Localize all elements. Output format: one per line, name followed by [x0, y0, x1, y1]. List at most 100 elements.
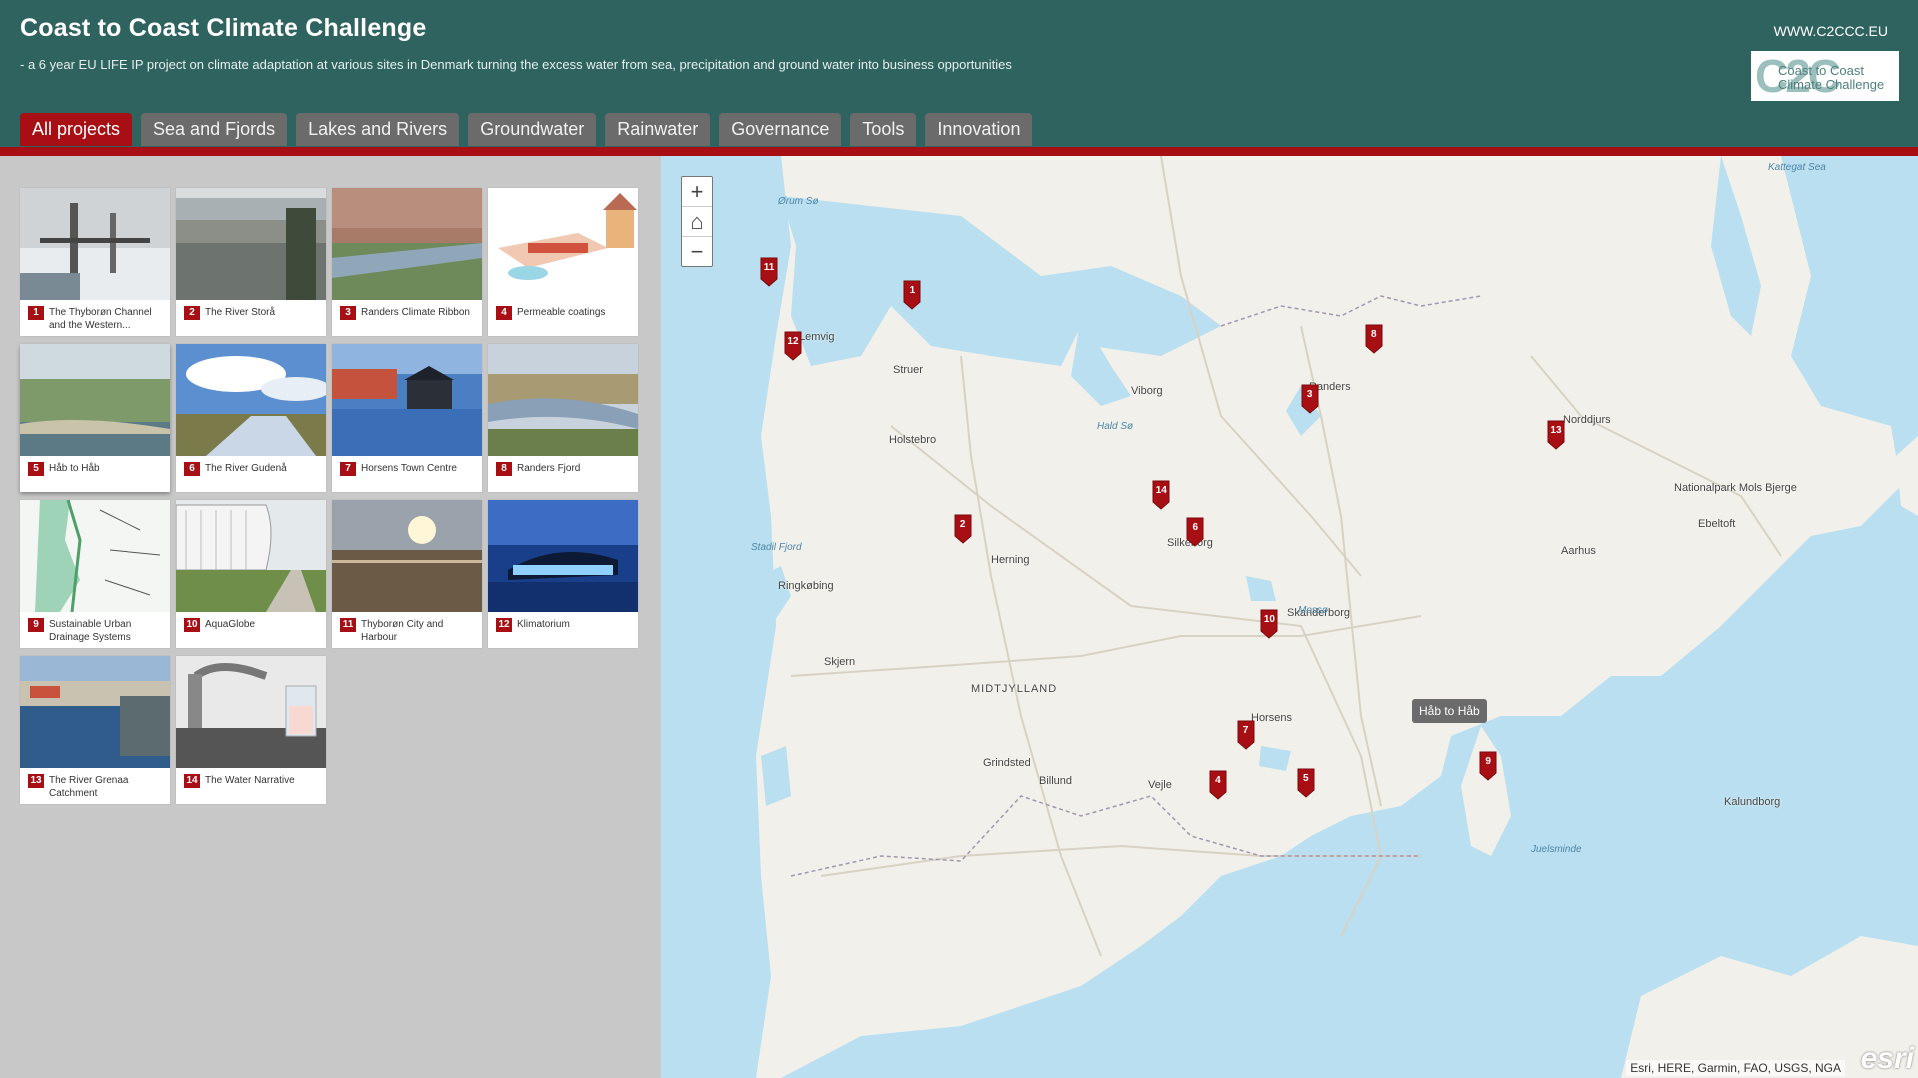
- project-title: The Thyborøn Channel and the Western...: [49, 307, 152, 331]
- project-card[interactable]: 2 The River Storå: [176, 188, 326, 336]
- water-label: Juelsminde: [1531, 844, 1582, 855]
- project-marker[interactable]: 10: [1259, 609, 1279, 640]
- project-marker[interactable]: 11: [759, 257, 779, 287]
- project-caption: 6 The River Gudenå: [184, 462, 324, 476]
- project-card[interactable]: 10 AquaGlobe: [176, 500, 326, 648]
- marker-number: 4: [1215, 774, 1221, 786]
- project-marker[interactable]: 14: [1151, 480, 1171, 511]
- project-card[interactable]: 7 Horsens Town Centre: [332, 344, 482, 492]
- logo-line2: Climate Challenge: [1778, 77, 1885, 92]
- place-label: Ebeltoft: [1698, 518, 1736, 530]
- project-thumbnail: [332, 344, 482, 456]
- project-caption: 1 The Thyborøn Channel and the Western...: [28, 306, 168, 332]
- project-marker[interactable]: 3: [1300, 384, 1320, 414]
- page-subtitle: - a 6 year EU LIFE IP project on climate…: [20, 57, 1012, 72]
- marker-number: 5: [1303, 773, 1309, 785]
- tab-rainwater[interactable]: Rainwater: [605, 113, 711, 146]
- project-gallery: 1 The Thyborøn Channel and the Western...…: [0, 156, 661, 1078]
- project-marker[interactable]: 2: [953, 514, 973, 544]
- project-marker[interactable]: 9: [1478, 751, 1498, 781]
- project-thumbnail: [488, 344, 638, 456]
- project-marker[interactable]: 13: [1546, 420, 1566, 451]
- project-thumbnail: [20, 188, 170, 300]
- tab-lakes-and-rivers[interactable]: Lakes and Rivers: [296, 113, 460, 146]
- esri-logo: esri: [1860, 1042, 1914, 1075]
- tab-innovation[interactable]: Innovation: [925, 113, 1033, 146]
- tab-tools[interactable]: Tools: [850, 113, 917, 146]
- project-card[interactable]: 13 The River Grenaa Catchment: [20, 656, 170, 804]
- tab-underline-bar: [0, 147, 1918, 156]
- website-link[interactable]: WWW.C2CCC.EU: [1774, 23, 1888, 39]
- zoom-out-button[interactable]: −: [682, 237, 712, 266]
- tab-groundwater[interactable]: Groundwater: [468, 113, 597, 146]
- water-label: Stadil Fjord: [751, 542, 802, 553]
- map-zoom-controls: + ⌂ −: [681, 176, 713, 267]
- project-thumbnail: [176, 656, 326, 768]
- project-number: 2: [184, 306, 200, 320]
- project-caption: 12 Klimatorium: [496, 618, 636, 632]
- project-card[interactable]: 12 Klimatorium: [488, 500, 638, 648]
- place-label: Viborg: [1131, 385, 1163, 397]
- project-marker[interactable]: 8: [1364, 324, 1384, 354]
- water-label: Ørum Sø: [778, 196, 819, 207]
- logo-text: Coast to Coast Climate Challenge: [1778, 64, 1884, 92]
- marker-number: 3: [1306, 388, 1313, 400]
- project-card[interactable]: 4 Permeable coatings: [488, 188, 638, 336]
- project-caption: 10 AquaGlobe: [184, 618, 324, 632]
- project-caption: 11 Thyborøn City and Harbour: [340, 618, 480, 644]
- project-card[interactable]: 14 The Water Narrative: [176, 656, 326, 804]
- marker-number: 2: [959, 518, 966, 530]
- project-number: 10: [184, 618, 200, 632]
- place-label: Kalundborg: [1724, 796, 1781, 808]
- project-marker[interactable]: 12: [783, 331, 803, 361]
- place-label: Norddjurs: [1563, 414, 1611, 426]
- place-label: Holstebro: [889, 434, 937, 446]
- project-thumbnail: [488, 188, 638, 300]
- project-card[interactable]: 9 Sustainable Urban Drainage Systems: [20, 500, 170, 648]
- tab-governance[interactable]: Governance: [719, 113, 842, 146]
- home-button[interactable]: ⌂: [682, 207, 712, 237]
- category-tabs: All projects Sea and Fjords Lakes and Ri…: [20, 113, 1033, 148]
- project-number: 5: [28, 462, 44, 476]
- project-marker[interactable]: 5: [1296, 768, 1316, 798]
- project-card[interactable]: 6 The River Gudenå: [176, 344, 326, 492]
- project-thumbnail: [176, 500, 326, 612]
- project-number: 4: [496, 306, 512, 320]
- project-card[interactable]: 5 Håb to Håb: [20, 344, 170, 492]
- project-thumbnail: [176, 188, 326, 300]
- marker-tooltip: Håb to Håb: [1412, 699, 1487, 723]
- place-label: Herning: [991, 554, 1030, 566]
- project-marker[interactable]: 1: [902, 280, 922, 310]
- project-number: 11: [340, 618, 356, 632]
- water-label: Hald Sø: [1097, 421, 1134, 432]
- project-number: 13: [28, 774, 44, 788]
- tab-sea-and-fjords[interactable]: Sea and Fjords: [141, 113, 288, 146]
- project-title: The River Gudenå: [205, 463, 287, 474]
- project-card[interactable]: 3 Randers Climate Ribbon: [332, 188, 482, 336]
- project-card[interactable]: 1 The Thyborøn Channel and the Western...: [20, 188, 170, 336]
- marker-number: 1: [909, 285, 916, 297]
- project-map[interactable]: Lemvig Struer Viborg Randers Norddjurs Holste…: [661, 156, 1918, 1078]
- project-marker[interactable]: 6: [1185, 517, 1205, 547]
- project-caption: 7 Horsens Town Centre: [340, 462, 480, 476]
- project-title: The River Storå: [205, 307, 276, 318]
- project-marker[interactable]: 7: [1236, 720, 1256, 750]
- marker-number: 11: [763, 262, 775, 274]
- place-label: Skjern: [824, 656, 856, 668]
- marker-number: 8: [1370, 328, 1377, 340]
- project-thumbnail: [176, 344, 326, 456]
- project-thumbnail: [488, 500, 638, 612]
- tab-all-projects[interactable]: All projects: [20, 113, 133, 146]
- project-title: Randers Climate Ribbon: [361, 307, 470, 318]
- place-label: Lemvig: [799, 331, 835, 343]
- marker-number: 9: [1485, 755, 1491, 767]
- project-title: The Water Narrative: [205, 775, 295, 786]
- project-card[interactable]: 8 Randers Fjord: [488, 344, 638, 492]
- project-number: 6: [184, 462, 200, 476]
- project-marker[interactable]: 4: [1208, 770, 1228, 800]
- project-title: Thyborøn City and Harbour: [361, 619, 444, 643]
- zoom-in-button[interactable]: +: [682, 177, 712, 207]
- project-card[interactable]: 11 Thyborøn City and Harbour: [332, 500, 482, 648]
- project-caption: 14 The Water Narrative: [184, 774, 324, 788]
- c2c-logo[interactable]: C2C Coast to Coast Climate Challenge: [1751, 51, 1899, 101]
